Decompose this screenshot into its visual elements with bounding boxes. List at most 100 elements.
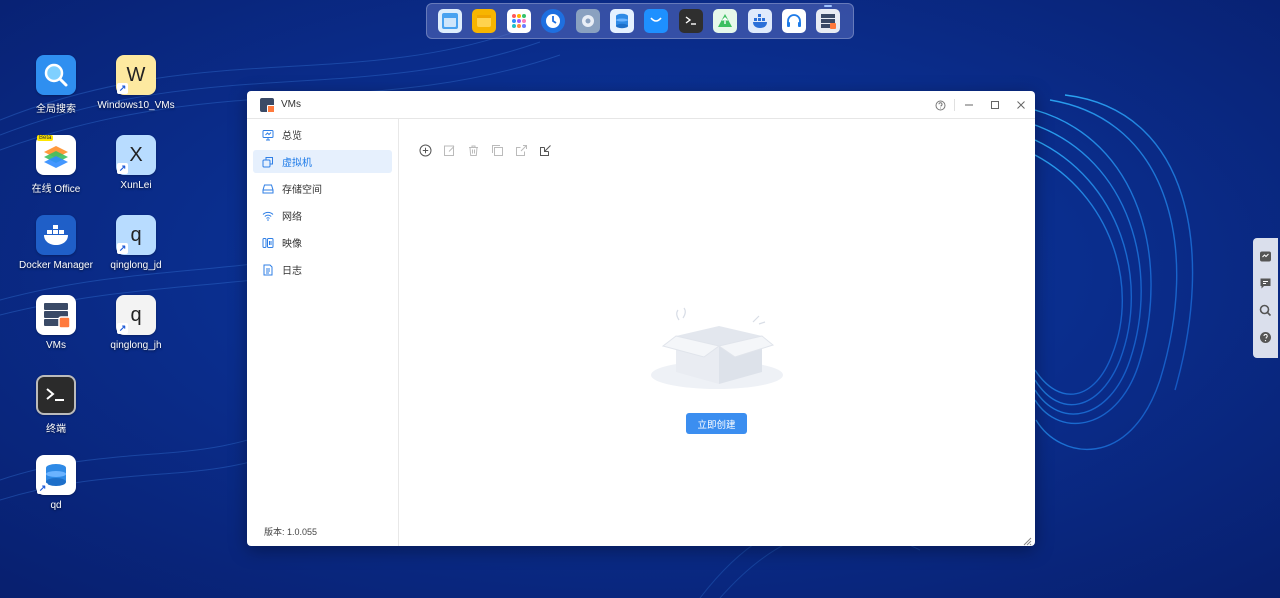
document-icon (262, 264, 274, 276)
desktop-icon-global-search[interactable]: 全局搜索 (16, 55, 96, 115)
sidebar-item-label: 虚拟机 (282, 158, 312, 169)
close-icon[interactable] (1015, 99, 1027, 111)
shortcut-arrow-icon: ↗ (117, 323, 128, 334)
sidebar-item-label: 网络 (282, 212, 302, 223)
settings-gear-icon[interactable] (575, 9, 600, 33)
vms-window: VMs 总览 虚拟机 存储空间 网络 映像 日志 版本: 1.0.055 立即创… (247, 91, 1035, 546)
icon-glyph: q (130, 223, 142, 246)
desktop-icon-label: XunLei (120, 180, 152, 191)
sidebar-item-images[interactable]: 映像 (253, 231, 392, 254)
desktop-icon-docker-manager[interactable]: Docker Manager (16, 215, 96, 271)
import-icon[interactable] (539, 144, 552, 157)
desktop-icon-qinglong-jd[interactable]: q ↗ qinglong_jd (96, 215, 176, 271)
active-indicator (824, 5, 833, 7)
shortcut-arrow-icon: ↗ (37, 483, 48, 494)
desktop-icon-label: VMs (46, 340, 66, 351)
widget-icon[interactable] (1259, 250, 1272, 263)
support-headset-icon[interactable] (781, 9, 806, 33)
icon-glyph: X (129, 143, 143, 166)
shortcut-arrow-icon: ↗ (117, 83, 128, 94)
sidebar: 总览 虚拟机 存储空间 网络 映像 日志 版本: 1.0.055 (247, 119, 399, 546)
app-center-icon[interactable] (506, 9, 531, 33)
delete-icon[interactable] (467, 144, 480, 157)
search-icon[interactable] (1259, 304, 1272, 317)
shortcut-q-icon: q ↗ (116, 215, 156, 255)
desktop-icon-windows10-vms[interactable]: W ↗ Windows10_VMs (96, 55, 176, 111)
window-controls (934, 91, 1027, 119)
sidebar-item-network[interactable]: 网络 (253, 204, 392, 227)
storage-icon: ↗ (36, 455, 76, 495)
shortcut-arrow-icon: ↗ (117, 243, 128, 254)
copy-windows-icon (262, 156, 274, 168)
docker-icon (36, 215, 76, 255)
beta-badge: Beta (37, 135, 54, 141)
version-label: 版本: 1.0.055 (264, 527, 318, 537)
wifi-icon (262, 210, 274, 222)
message-icon[interactable] (1259, 277, 1272, 290)
edit-icon[interactable] (443, 144, 456, 157)
storage-icon[interactable] (609, 9, 634, 33)
sidebar-item-storage[interactable]: 存储空间 (253, 177, 392, 200)
shortcut-x-icon: X ↗ (116, 135, 156, 175)
sidebar-item-logs[interactable]: 日志 (253, 258, 392, 281)
hard-drive-icon (262, 183, 274, 195)
divider (954, 99, 955, 111)
shortcut-w-icon: W ↗ (116, 55, 156, 95)
vms-app-icon (260, 97, 275, 113)
upload-icon[interactable] (713, 9, 738, 33)
terminal-icon (36, 375, 76, 415)
desktop-icon-vms[interactable]: VMs (16, 295, 96, 351)
desktop-icon-xunlei[interactable]: X ↗ XunLei (96, 135, 176, 191)
vms-icon[interactable] (816, 5, 841, 33)
terminal-icon[interactable] (678, 9, 703, 33)
desktop-icon-label: 全局搜索 (36, 104, 76, 115)
sidebar-item-overview[interactable]: 总览 (253, 123, 392, 146)
monitor-icon (262, 129, 274, 141)
desktop-icon-label: Docker Manager (19, 260, 93, 271)
notes-icon[interactable] (472, 9, 497, 33)
maximize-icon[interactable] (989, 99, 1001, 111)
create-now-button[interactable]: 立即创建 (686, 413, 747, 434)
docker-icon[interactable] (747, 9, 772, 33)
office-layers-icon: Beta (36, 135, 76, 175)
export-icon[interactable] (515, 144, 528, 157)
desktop-icon-terminal[interactable]: 终端 (16, 375, 96, 435)
desktop-icon-label: 终端 (46, 424, 66, 435)
shortcut-q-icon: q ↗ (116, 295, 156, 335)
desktop-icon-label: 在线 Office (31, 184, 81, 195)
disc-image-icon (262, 237, 274, 249)
desktop-icon-label: Windows10_VMs (97, 100, 175, 111)
icon-glyph: W (126, 63, 146, 86)
desktop-icon-label: qinglong_jh (110, 340, 162, 351)
sidebar-item-label: 存储空间 (282, 185, 322, 196)
sidebar-item-label: 总览 (282, 131, 302, 142)
desktop-icon-qd[interactable]: ↗ qd (16, 455, 96, 511)
desktop-icon-qinglong-jh[interactable]: q ↗ qinglong_jh (96, 295, 176, 351)
file-manager-icon[interactable] (438, 9, 462, 33)
desktop-icon-label: qd (50, 500, 62, 511)
help-icon[interactable] (934, 99, 946, 111)
minimize-icon[interactable] (963, 99, 975, 111)
floating-side-toolbar (1253, 238, 1278, 358)
window-titlebar[interactable]: VMs (247, 91, 1035, 119)
app-store-icon[interactable] (644, 9, 669, 33)
add-icon[interactable] (419, 144, 432, 157)
resize-grip-icon[interactable] (1022, 533, 1032, 546)
sidebar-item-label: 映像 (282, 239, 302, 250)
help-icon[interactable] (1259, 331, 1272, 344)
icon-glyph: q (130, 303, 142, 326)
empty-box-illustration (649, 302, 785, 392)
desktop-icon-label: qinglong_jd (110, 260, 162, 271)
vm-toolbar (419, 144, 552, 157)
clone-icon[interactable] (491, 144, 504, 157)
vms-icon (36, 295, 76, 335)
search-icon (36, 55, 76, 95)
window-title: VMs (281, 99, 301, 110)
sidebar-item-vms[interactable]: 虚拟机 (253, 150, 392, 173)
desktop-icon-online-office[interactable]: Beta 在线 Office (16, 135, 96, 195)
backup-clock-icon[interactable] (541, 9, 566, 33)
dock (426, 3, 854, 39)
shortcut-arrow-icon: ↗ (117, 163, 128, 174)
sidebar-item-label: 日志 (282, 266, 302, 277)
main-content: 立即创建 (399, 119, 1035, 546)
